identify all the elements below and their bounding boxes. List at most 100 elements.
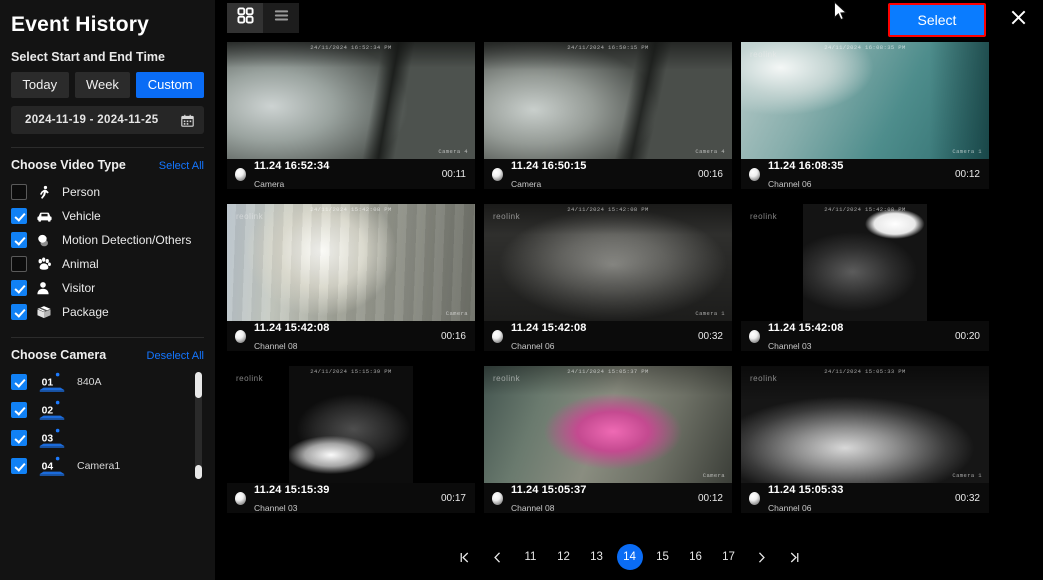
checkbox-person[interactable] [11, 184, 27, 200]
pagination-first[interactable] [448, 544, 481, 570]
range-tab-week[interactable]: Week [74, 72, 131, 98]
camera-heading: Choose Camera [11, 348, 107, 362]
checkbox-camera-04[interactable] [11, 458, 27, 474]
pagination-page-13[interactable]: 13 [580, 544, 613, 570]
checkbox-camera-03[interactable] [11, 430, 27, 446]
scrollbar-thumb[interactable] [195, 372, 202, 398]
checkbox-animal[interactable] [11, 256, 27, 272]
clip-overlay-camera: Camera 4 [695, 148, 725, 155]
range-tab-today[interactable]: Today [11, 72, 69, 98]
close-button[interactable] [1003, 5, 1033, 35]
video-type-item-visitor[interactable]: Visitor [0, 276, 215, 300]
camera-channel-icon: 03 [36, 427, 68, 449]
video-type-item-motion[interactable]: Motion Detection/Others [0, 228, 215, 252]
pagination-page-14[interactable]: 14 [613, 544, 646, 570]
event-clip-card[interactable]: 24/11/2024 16:52:34 PM Camera 4 11.24 16… [227, 42, 475, 189]
clip-info-bar: 11.24 15:15:39 Channel 03 00:17 [227, 483, 475, 513]
checkbox-camera-01[interactable] [11, 374, 27, 390]
clip-watermark: reolink [236, 374, 264, 383]
select-all-link[interactable]: Select All [159, 160, 204, 172]
video-type-label: Animal [62, 257, 99, 271]
clip-overlay-timestamp: 24/11/2024 15:42:08 PM [310, 206, 392, 213]
camera-item-01[interactable]: 01 840A [0, 368, 215, 396]
pagination-page-11[interactable]: 11 [514, 544, 547, 570]
clip-thumbnail[interactable]: 24/11/2024 16:50:15 PM Camera 4 [484, 42, 732, 159]
event-marker-icon [492, 167, 503, 181]
clip-thumbnail[interactable]: reolink 24/11/2024 15:05:33 PM Camera 1 [741, 366, 989, 483]
car-icon [36, 209, 53, 224]
clip-duration: 00:16 [440, 330, 466, 342]
clip-thumbnail[interactable]: 24/11/2024 15:15:39 PM reolink [227, 366, 475, 483]
list-view-button[interactable] [263, 3, 299, 33]
clip-thumbnail[interactable]: 24/11/2024 16:52:34 PM Camera 4 [227, 42, 475, 159]
clip-watermark: reolink [750, 374, 778, 383]
checkbox-visitor[interactable] [11, 280, 27, 296]
clip-thumbnail[interactable]: reolink 24/11/2024 15:42:08 PM Camera [227, 204, 475, 321]
event-clip-card[interactable]: reolink 24/11/2024 16:08:35 PM Camera 1 … [741, 42, 989, 189]
pagination-page-15[interactable]: 15 [646, 544, 679, 570]
pagination-prev[interactable] [481, 544, 514, 570]
grid-view-button[interactable] [227, 3, 263, 33]
clip-thumbnail[interactable]: reolink 24/11/2024 16:08:35 PM Camera 1 [741, 42, 989, 159]
pagination-last[interactable] [778, 544, 811, 570]
clip-overlay-timestamp: 24/11/2024 16:08:35 PM [824, 44, 906, 51]
clip-channel: Channel 03 [254, 503, 298, 513]
checkbox-motion[interactable] [11, 232, 27, 248]
video-type-item-animal[interactable]: Animal [0, 252, 215, 276]
clip-time: 11.24 16:50:15 [511, 160, 587, 173]
scrollbar-thumb-end[interactable] [195, 465, 202, 479]
pagination-page-16[interactable]: 16 [679, 544, 712, 570]
event-clip-card[interactable]: reolink 24/11/2024 15:05:37 PM Camera 11… [484, 366, 732, 513]
clip-channel: Channel 06 [511, 341, 555, 351]
range-tabs: Today Week Custom [0, 64, 215, 98]
event-marker-icon [749, 491, 760, 505]
pagination-page-12[interactable]: 12 [547, 544, 580, 570]
chevron-right-icon [758, 551, 765, 563]
select-button[interactable]: Select [890, 5, 984, 35]
clip-thumbnail[interactable]: 24/11/2024 15:42:08 PM reolink [741, 204, 989, 321]
event-marker-icon [235, 329, 246, 343]
clip-duration: 00:20 [954, 330, 980, 342]
clip-overlay-timestamp: 24/11/2024 16:50:15 PM [567, 44, 649, 51]
camera-name: 840A [77, 376, 102, 388]
camera-item-03[interactable]: 03 [0, 424, 215, 452]
event-marker-icon [749, 167, 760, 181]
pagination-page-17[interactable]: 17 [712, 544, 745, 570]
date-range-value: 2024-11-19 - 2024-11-25 [25, 114, 159, 126]
clip-watermark: reolink [236, 212, 264, 221]
checkbox-package[interactable] [11, 304, 27, 320]
event-clip-card[interactable]: 24/11/2024 15:15:39 PM reolink 11.24 15:… [227, 366, 475, 513]
video-type-item-package[interactable]: Package [0, 300, 215, 324]
deselect-all-link[interactable]: Deselect All [147, 350, 204, 362]
clip-duration: 00:11 [441, 168, 466, 180]
event-clip-card[interactable]: reolink 24/11/2024 15:05:33 PM Camera 1 … [741, 366, 989, 513]
video-type-item-vehicle[interactable]: Vehicle [0, 204, 215, 228]
clip-thumbnail[interactable]: reolink 24/11/2024 15:42:08 PM Camera 1 [484, 204, 732, 321]
video-type-item-person[interactable]: Person [0, 180, 215, 204]
calendar-icon[interactable] [181, 114, 194, 127]
pagination-next[interactable] [745, 544, 778, 570]
clip-time: 11.24 15:42:08 [768, 322, 844, 335]
view-toggle-group [227, 3, 299, 33]
clip-thumbnail[interactable]: reolink 24/11/2024 15:05:37 PM Camera [484, 366, 732, 483]
event-marker-icon [492, 329, 503, 343]
camera-channel-number: 01 [42, 377, 54, 388]
clip-overlay-camera: Camera [702, 472, 725, 479]
event-clip-card[interactable]: 24/11/2024 16:50:15 PM Camera 4 11.24 16… [484, 42, 732, 189]
event-history-dialog: Event History Select Start and End Time … [0, 0, 1043, 580]
checkbox-camera-02[interactable] [11, 402, 27, 418]
date-range-field[interactable]: 2024-11-19 - 2024-11-25 [11, 106, 204, 134]
event-clip-card[interactable]: reolink 24/11/2024 15:42:08 PM Camera 1 … [484, 204, 732, 351]
event-clip-card[interactable]: 24/11/2024 15:42:08 PM reolink 11.24 15:… [741, 204, 989, 351]
range-tab-custom[interactable]: Custom [136, 72, 204, 98]
clip-overlay-timestamp: 24/11/2024 15:42:08 PM [567, 206, 649, 213]
video-type-heading: Choose Video Type [11, 158, 126, 172]
camera-list-scrollbar[interactable] [195, 372, 202, 479]
camera-item-04[interactable]: 04 Camera1 [0, 452, 215, 480]
event-marker-icon [749, 329, 760, 343]
camera-item-02[interactable]: 02 [0, 396, 215, 424]
event-clip-card[interactable]: reolink 24/11/2024 15:42:08 PM Camera 11… [227, 204, 475, 351]
clip-info-bar: 11.24 15:42:08 Channel 08 00:16 [227, 321, 475, 351]
checkbox-vehicle[interactable] [11, 208, 27, 224]
clip-info-bar: 11.24 16:08:35 Channel 06 00:12 [741, 159, 989, 189]
